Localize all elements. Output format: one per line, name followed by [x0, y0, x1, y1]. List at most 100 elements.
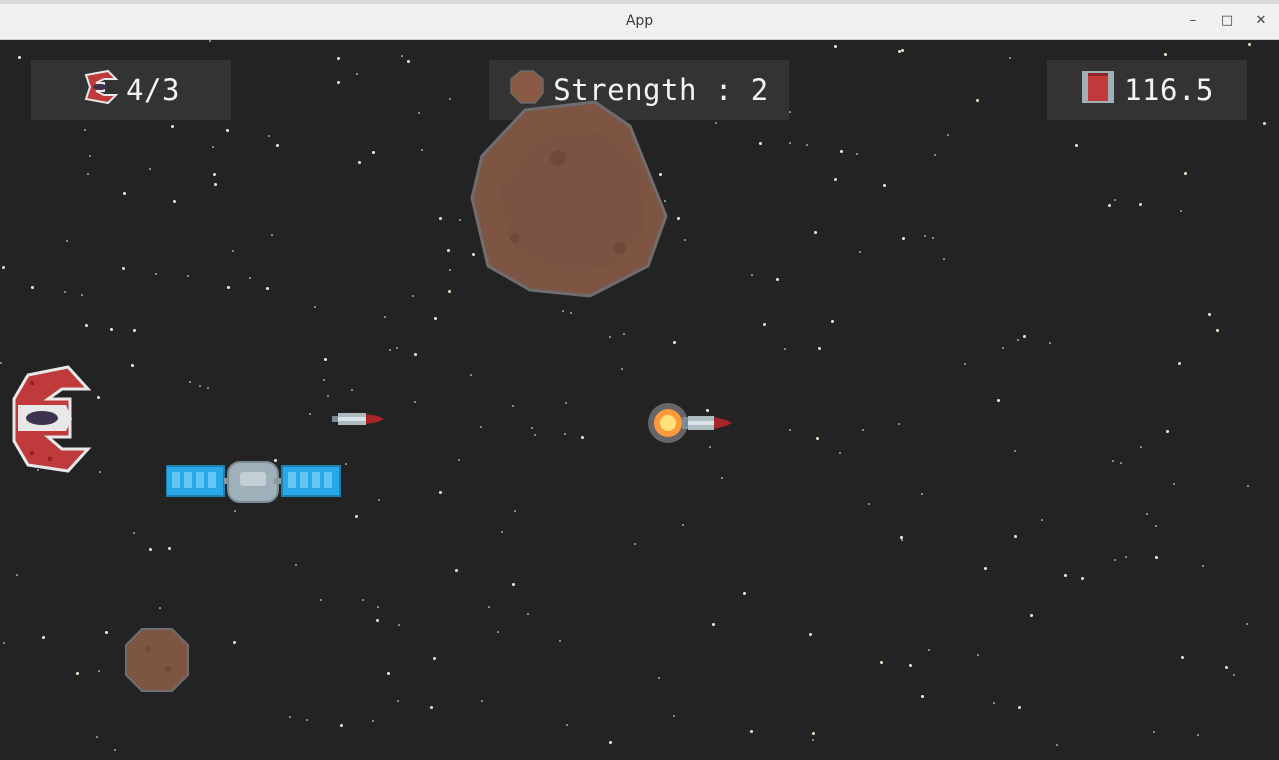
star	[812, 732, 815, 735]
star	[1112, 460, 1114, 462]
star	[372, 151, 375, 154]
star	[0, 362, 2, 364]
close-icon[interactable]: ✕	[1249, 10, 1273, 32]
star	[372, 720, 374, 722]
star	[621, 368, 623, 370]
star	[921, 493, 923, 495]
star	[534, 434, 536, 436]
star	[42, 636, 45, 639]
star	[173, 200, 176, 203]
star	[862, 429, 864, 431]
star	[928, 649, 930, 651]
small-asteroid	[124, 627, 190, 697]
star	[883, 184, 886, 187]
star	[351, 389, 353, 391]
star	[232, 250, 234, 252]
lives-panel: 4/3	[31, 60, 231, 120]
star	[213, 173, 216, 176]
star	[1208, 313, 1211, 316]
minimize-icon[interactable]: –	[1181, 10, 1205, 32]
star	[16, 574, 18, 576]
star	[66, 240, 68, 242]
star	[658, 677, 660, 679]
star	[481, 700, 483, 702]
spaceship-icon	[82, 69, 119, 112]
title-bar: App – □ ✕	[0, 4, 1279, 40]
missile-with-flame	[648, 400, 734, 450]
star	[564, 433, 566, 435]
star	[76, 672, 79, 675]
star	[397, 700, 399, 702]
star	[98, 670, 100, 672]
star	[376, 619, 379, 622]
star	[81, 294, 83, 296]
star	[763, 323, 766, 326]
star	[1125, 556, 1127, 558]
star	[87, 173, 89, 175]
star	[1248, 43, 1251, 46]
star	[362, 599, 364, 601]
star	[677, 217, 680, 220]
star	[784, 348, 786, 350]
star	[1246, 623, 1248, 625]
star	[455, 569, 458, 572]
star	[1155, 525, 1157, 527]
star	[512, 405, 514, 407]
star	[1180, 210, 1182, 212]
star	[609, 336, 611, 338]
star	[233, 641, 236, 644]
star	[1146, 513, 1148, 515]
star	[345, 463, 347, 465]
star	[18, 56, 21, 59]
star	[812, 739, 814, 741]
star	[570, 312, 572, 314]
star	[859, 251, 861, 253]
star	[226, 129, 229, 132]
star	[306, 719, 308, 721]
star	[324, 358, 327, 361]
star	[131, 364, 134, 367]
star	[789, 111, 791, 113]
star	[85, 324, 88, 327]
star	[1153, 731, 1155, 733]
star	[909, 664, 912, 667]
star	[1202, 565, 1204, 567]
star	[212, 146, 214, 148]
star	[856, 153, 858, 155]
fuel-tank-icon	[1080, 69, 1116, 112]
star	[414, 353, 417, 356]
star	[249, 277, 251, 279]
star	[449, 269, 451, 271]
star	[271, 234, 273, 236]
star	[559, 640, 561, 642]
star	[789, 142, 791, 144]
star	[110, 328, 113, 331]
star	[1247, 485, 1249, 487]
star	[684, 239, 686, 241]
star	[932, 237, 934, 239]
star	[1041, 519, 1043, 521]
star	[122, 267, 125, 270]
star	[806, 144, 808, 146]
star	[921, 695, 924, 698]
star	[448, 290, 451, 293]
star	[89, 155, 91, 157]
star	[377, 606, 379, 608]
star	[234, 510, 236, 512]
star	[531, 427, 533, 429]
star	[459, 219, 461, 221]
maximize-icon[interactable]: □	[1215, 10, 1239, 32]
star	[682, 524, 684, 526]
star	[276, 144, 279, 147]
star	[1173, 483, 1175, 485]
star	[398, 624, 400, 626]
star	[1023, 335, 1026, 338]
star	[814, 231, 817, 234]
game-canvas[interactable]: 4/3 Strength : 2 116.5	[0, 40, 1279, 760]
star	[977, 654, 979, 656]
star	[227, 286, 230, 289]
star	[266, 287, 269, 290]
star	[114, 749, 116, 751]
star	[159, 607, 161, 609]
star	[1164, 53, 1167, 56]
